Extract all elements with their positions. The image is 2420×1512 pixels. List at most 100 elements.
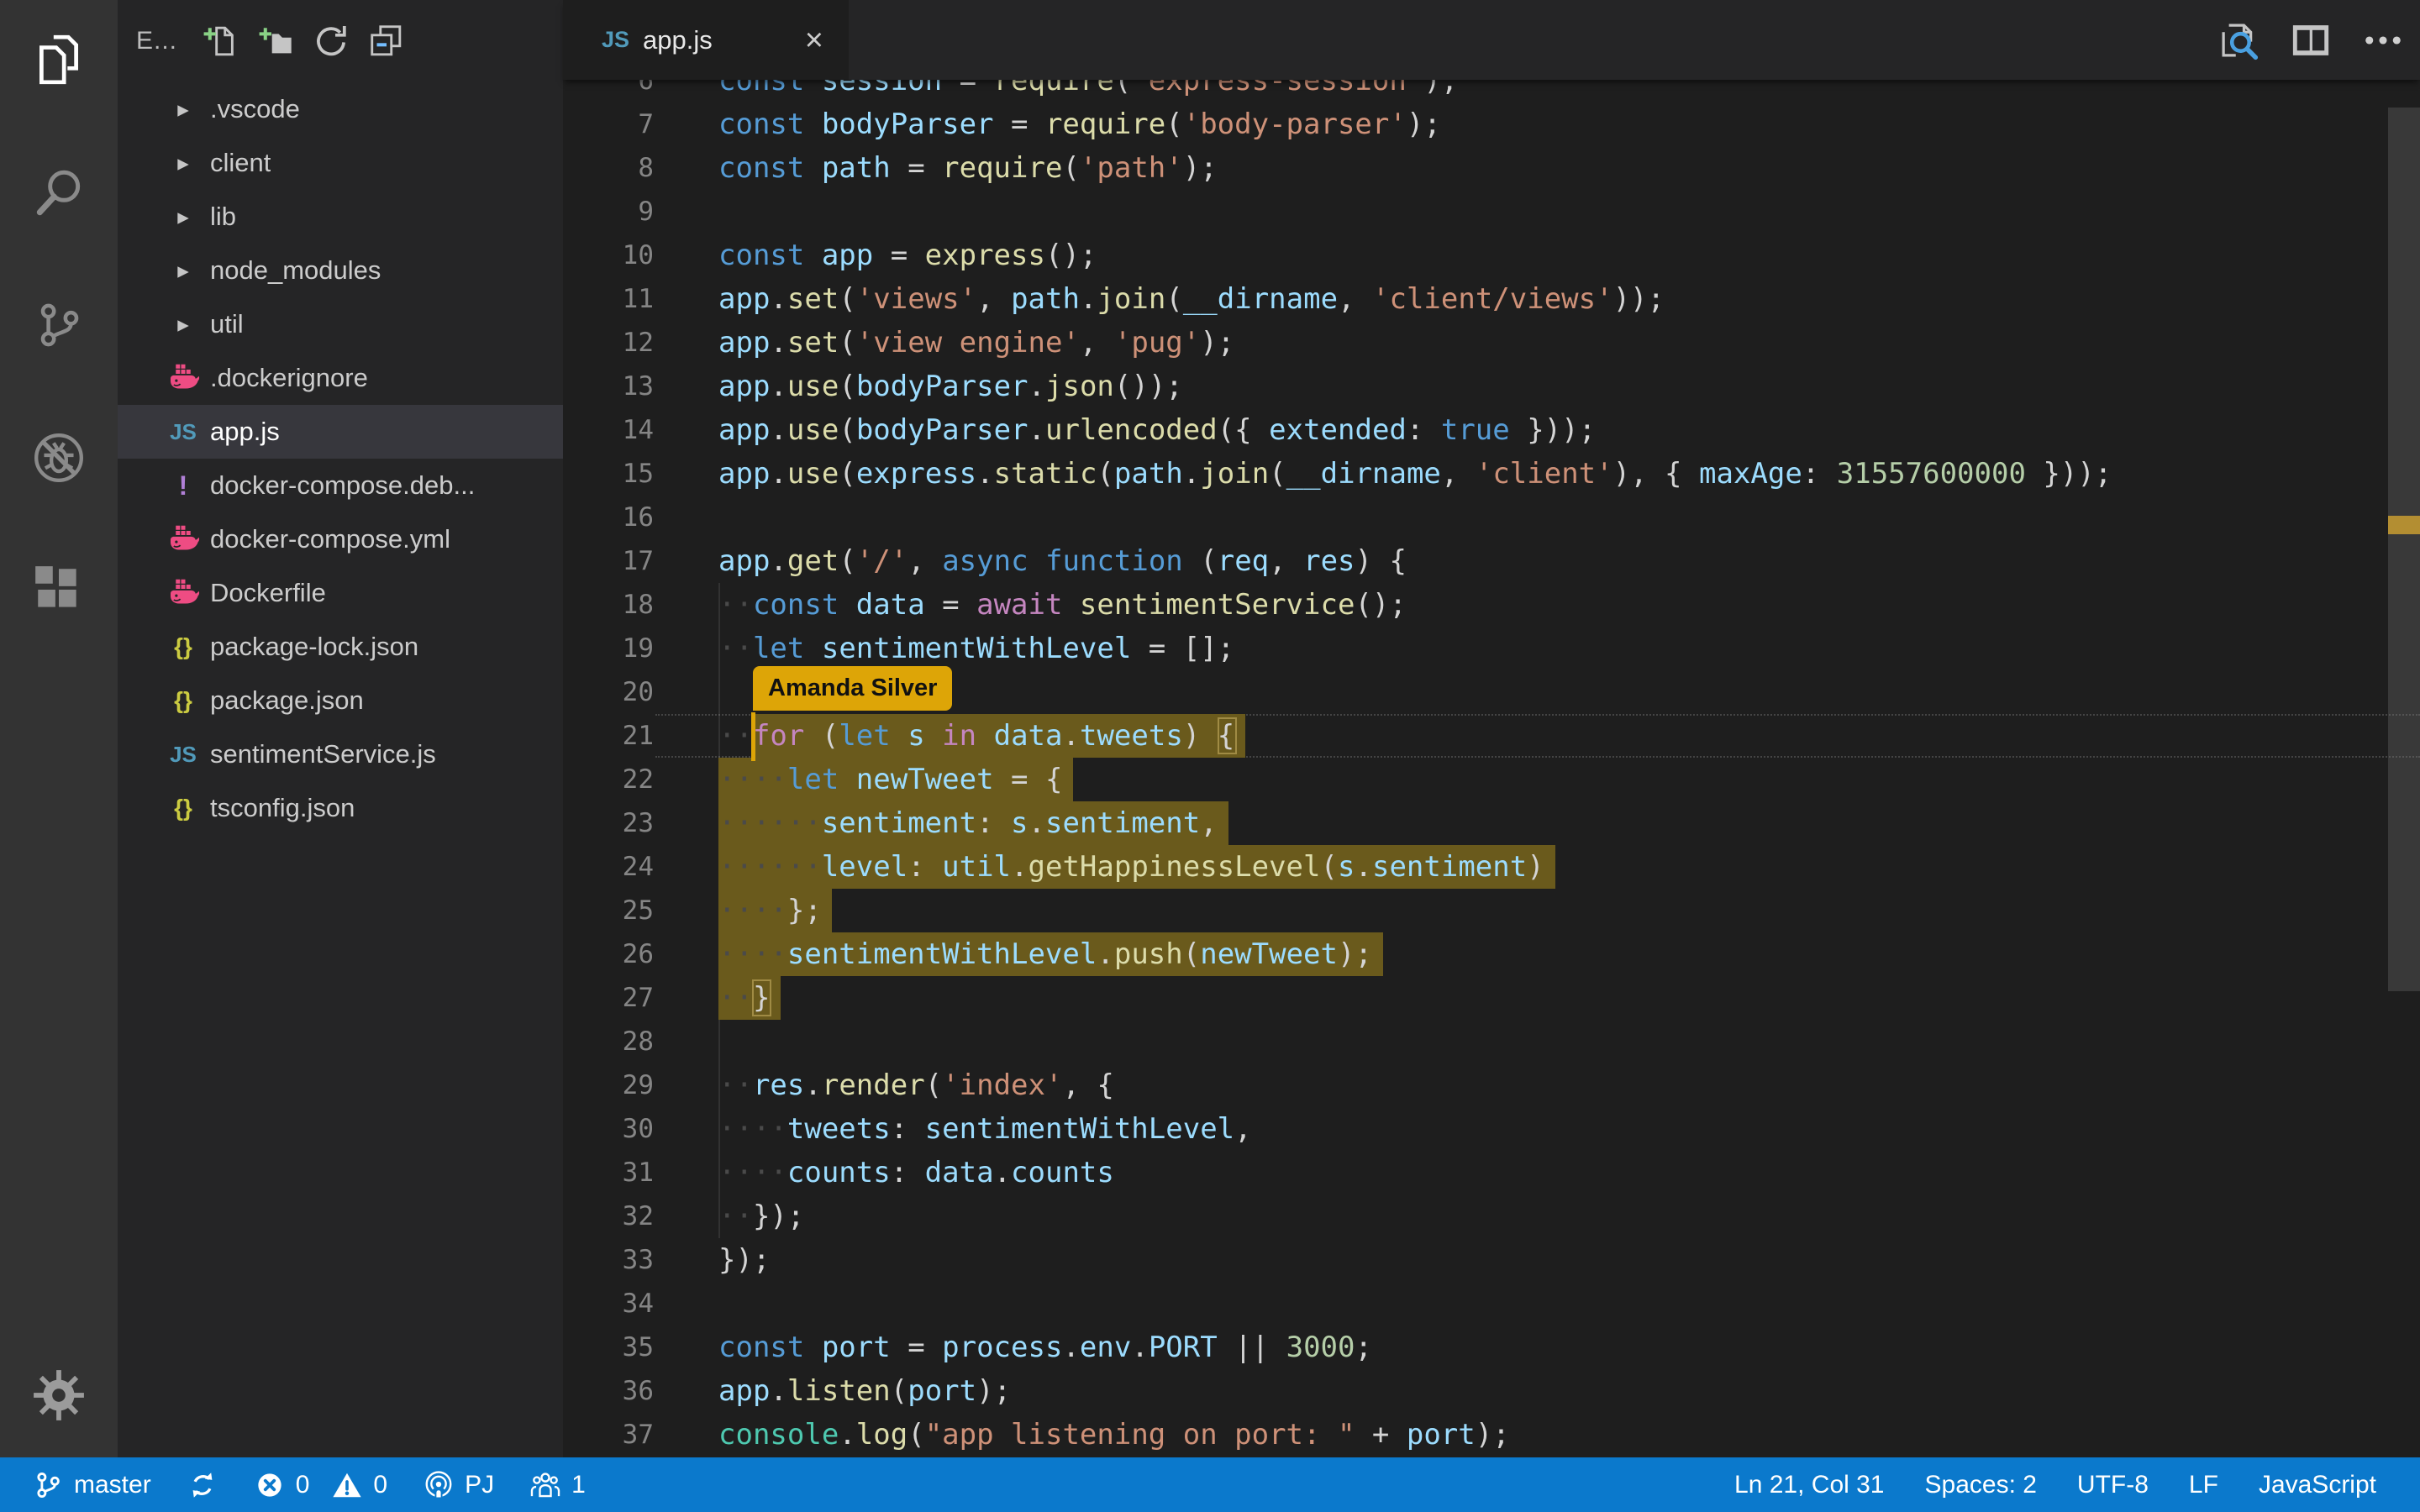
code-line-7[interactable]: 7const bodyParser = require('body-parser… xyxy=(563,102,2420,146)
participants-icon xyxy=(529,1469,561,1501)
code-line-17[interactable]: 17app.get('/', async function (req, res)… xyxy=(563,539,2420,583)
tree-item-label: .dockerignore xyxy=(210,363,368,393)
indentation-setting[interactable]: Spaces: 2 xyxy=(1925,1471,2037,1499)
tree-item--vscode[interactable]: ▸.vscode xyxy=(118,82,563,136)
tree-item-docker-compose-yml[interactable]: docker-compose.yml xyxy=(118,512,563,566)
code-text: ····tweets: sentimentWithLevel, xyxy=(718,1107,1252,1151)
code-line-10[interactable]: 10const app = express(); xyxy=(563,234,2420,277)
code-line-9[interactable]: 9 xyxy=(563,190,2420,234)
explorer-sidebar: E... xyxy=(118,0,563,1457)
live-share-status[interactable]: PJ xyxy=(423,1469,494,1501)
code-line-32[interactable]: 32··}); xyxy=(563,1194,2420,1238)
git-branch-status[interactable]: master xyxy=(32,1469,151,1501)
participants-status[interactable]: 1 xyxy=(529,1469,586,1501)
tree-item-package-json[interactable]: {}package.json xyxy=(118,674,563,727)
line-number: 24 xyxy=(563,845,654,889)
tree-item--dockerignore[interactable]: .dockerignore xyxy=(118,351,563,405)
sync-status[interactable] xyxy=(187,1469,218,1501)
code-line-36[interactable]: 36app.listen(port); xyxy=(563,1369,2420,1413)
code-line-22[interactable]: 22····let newTweet = { xyxy=(563,758,2420,801)
line-number: 12 xyxy=(563,321,654,365)
code-line-11[interactable]: 11 app.set('views', path.join(__dirname, … xyxy=(563,277,2420,321)
code-line-24[interactable]: 24······level: util.getHappinessLevel(s.… xyxy=(563,845,2420,889)
code-line-33[interactable]: 33}); xyxy=(563,1238,2420,1282)
encoding-setting[interactable]: UTF-8 xyxy=(2077,1471,2149,1499)
code-line-27[interactable]: 27··} xyxy=(563,976,2420,1020)
tab-app-js[interactable]: JS app.js × xyxy=(563,0,849,80)
vertical-scrollbar[interactable] xyxy=(2388,108,2420,991)
code-text: app.use(bodyParser.urlencoded({ extended… xyxy=(718,408,1596,452)
editor-group: JS app.js × xyxy=(563,0,2420,1457)
tree-item-label: node_modules xyxy=(210,255,381,286)
line-number: 25 xyxy=(563,889,654,932)
debug-disabled-icon[interactable] xyxy=(31,430,87,486)
code-line-13[interactable]: 13app.use(bodyParser.json()); xyxy=(563,365,2420,408)
tree-item-app-js[interactable]: JSapp.js xyxy=(118,405,563,459)
code-line-21[interactable]: 21··for (let s in data.tweets) { xyxy=(563,714,2420,758)
tab-close-icon[interactable]: × xyxy=(805,24,823,56)
tree-item-docker-compose-deb-[interactable]: ! docker-compose.deb... xyxy=(118,459,563,512)
compose-override-icon: ! xyxy=(179,470,188,501)
source-control-icon[interactable] xyxy=(31,297,87,353)
code-line-30[interactable]: 30····tweets: sentimentWithLevel, xyxy=(563,1107,2420,1151)
tree-item-sentimentservice-js[interactable]: JSsentimentService.js xyxy=(118,727,563,781)
tree-item-util[interactable]: ▸util xyxy=(118,297,563,351)
code-line-31[interactable]: 31····counts: data.counts xyxy=(563,1151,2420,1194)
code-line-14[interactable]: 14app.use(bodyParser.urlencoded({ extend… xyxy=(563,408,2420,452)
new-file-icon[interactable] xyxy=(201,22,239,60)
problems-status[interactable]: 0 0 xyxy=(254,1469,387,1501)
extensions-icon[interactable] xyxy=(31,563,87,618)
search-icon[interactable] xyxy=(31,165,87,220)
code-editor[interactable]: Amanda Silver 6const session = require('… xyxy=(563,80,2420,1457)
search-editor-icon[interactable] xyxy=(2217,18,2260,62)
line-number: 9 xyxy=(563,190,654,234)
code-line-25[interactable]: 25····}; xyxy=(563,889,2420,932)
settings-gear-icon[interactable] xyxy=(31,1368,87,1423)
eol-setting[interactable]: LF xyxy=(2189,1471,2218,1499)
code-line-37[interactable]: 37console.log("app listening on port: " … xyxy=(563,1413,2420,1457)
tree-item-tsconfig-json[interactable]: {}tsconfig.json xyxy=(118,781,563,835)
tree-item-dockerfile[interactable]: Dockerfile xyxy=(118,566,563,620)
line-number: 21 xyxy=(563,714,654,758)
tree-item-package-lock-json[interactable]: {}package-lock.json xyxy=(118,620,563,674)
refresh-icon[interactable] xyxy=(312,22,350,60)
split-editor-icon[interactable] xyxy=(2289,18,2333,62)
cursor-position[interactable]: Ln 21, Col 31 xyxy=(1734,1471,1884,1499)
code-line-8[interactable]: 8const path = require('path'); xyxy=(563,146,2420,190)
code-line-35[interactable]: 35const port = process.env.PORT || 3000; xyxy=(563,1326,2420,1369)
folder-chevron-icon: ▸ xyxy=(177,97,189,123)
tree-item-lib[interactable]: ▸lib xyxy=(118,190,563,244)
code-text: const path = require('path'); xyxy=(718,146,1218,190)
code-line-28[interactable]: 28 xyxy=(563,1020,2420,1063)
line-number: 6 xyxy=(563,80,654,102)
tree-item-node-modules[interactable]: ▸node_modules xyxy=(118,244,563,297)
line-number: 29 xyxy=(563,1063,654,1107)
line-number: 20 xyxy=(563,670,654,714)
code-line-26[interactable]: 26····sentimentWithLevel.push(newTweet); xyxy=(563,932,2420,976)
code-line-23[interactable]: 23······sentiment: s.sentiment, xyxy=(563,801,2420,845)
code-line-19[interactable]: 19 ··let sentimentWithLevel = []; xyxy=(563,627,2420,670)
line-number: 35 xyxy=(563,1326,654,1369)
code-text: ····let newTweet = { xyxy=(718,758,1062,801)
more-actions-icon[interactable] xyxy=(2361,18,2405,62)
code-text: ··let sentimentWithLevel = []; xyxy=(718,627,1234,670)
code-line-16[interactable]: 16 xyxy=(563,496,2420,539)
code-line-15[interactable]: 15app.use(express.static(path.join(__dir… xyxy=(563,452,2420,496)
warning-count: 0 xyxy=(373,1471,387,1499)
code-line-29[interactable]: 29··res.render('index', { xyxy=(563,1063,2420,1107)
line-number: 11 xyxy=(563,277,654,321)
code-text: }); xyxy=(718,1238,770,1282)
code-line-12[interactable]: 12app.set('view engine', 'pug'); xyxy=(563,321,2420,365)
language-mode[interactable]: JavaScript xyxy=(2259,1471,2376,1499)
code-line-18[interactable]: 18··const data = await sentimentService(… xyxy=(563,583,2420,627)
new-folder-icon[interactable] xyxy=(256,22,295,60)
tree-item-label: docker-compose.deb... xyxy=(210,470,475,501)
line-number: 33 xyxy=(563,1238,654,1282)
code-text: app.set('views', path.join(__dirname, 'c… xyxy=(718,277,1665,321)
explorer-icon[interactable] xyxy=(31,32,87,87)
tree-item-client[interactable]: ▸client xyxy=(118,136,563,190)
line-number: 19 xyxy=(563,627,654,670)
code-line-6[interactable]: 6const session = require('express-sessio… xyxy=(563,80,2420,102)
code-line-34[interactable]: 34 xyxy=(563,1282,2420,1326)
collapse-all-icon[interactable] xyxy=(367,22,406,60)
